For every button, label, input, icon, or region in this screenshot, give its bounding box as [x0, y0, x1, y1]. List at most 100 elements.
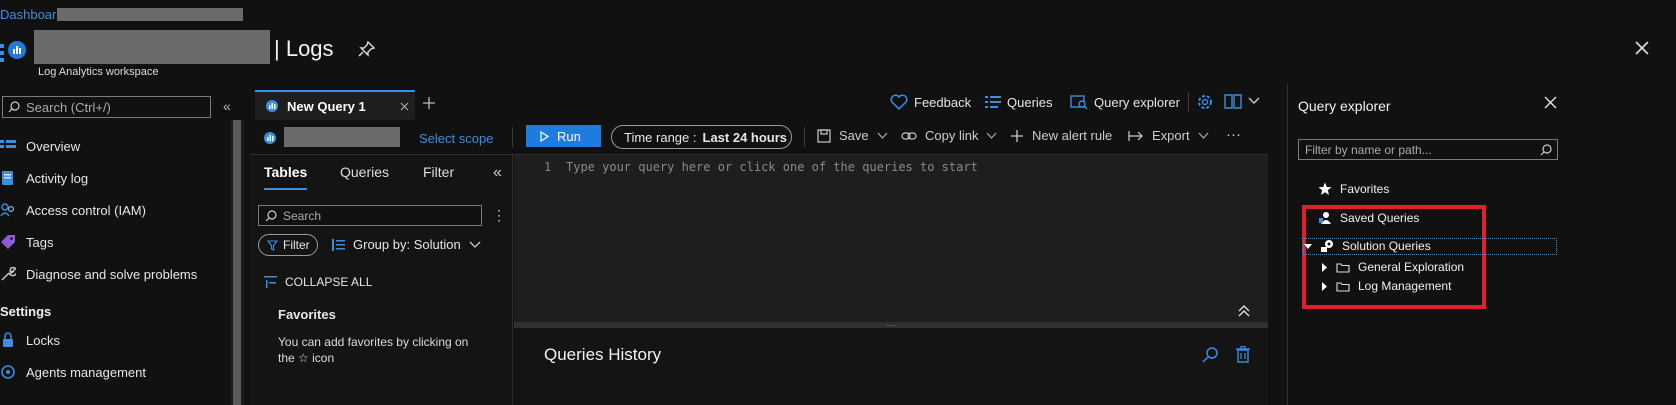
- group-by-dropdown[interactable]: Group by: Solution: [332, 237, 481, 252]
- pin-icon[interactable]: [358, 40, 376, 58]
- explorer-filter-placeholder: Filter by name or path...: [1305, 142, 1432, 157]
- sidebar-item-label: Agents management: [26, 364, 146, 380]
- toolbar-divider: [804, 127, 805, 147]
- editor-placeholder: Type your query here or click one of the…: [566, 160, 978, 174]
- query-editor[interactable]: 1 Type your query here or click one of t…: [514, 155, 1268, 322]
- active-tab-underline: [264, 188, 308, 190]
- sidebar-item-label: Activity log: [26, 170, 89, 186]
- add-tab-icon[interactable]: [422, 96, 436, 110]
- chevron-down-icon: [877, 132, 888, 140]
- play-icon: [540, 130, 549, 142]
- sidebar-item-label: Locks: [26, 332, 60, 348]
- sidebar-nav: Overview Activity log Access control (IA…: [0, 130, 220, 388]
- more-options-icon[interactable]: ···: [1226, 126, 1241, 143]
- list-icon: [985, 95, 1001, 109]
- query-explorer-panel: Query explorer Filter by name or path...…: [1288, 84, 1676, 405]
- save-button[interactable]: Save: [817, 128, 888, 143]
- tab-new-query-1[interactable]: New Query 1: [255, 90, 415, 120]
- page-title: | Logs: [274, 36, 334, 61]
- tree-item-log-management[interactable]: Log Management: [1321, 279, 1451, 293]
- tree-item-label: Favorites: [1340, 182, 1390, 196]
- sidebar-scrollbar-thumb[interactable]: [233, 120, 241, 405]
- schema-search-input[interactable]: Search: [258, 205, 482, 226]
- chevron-down-icon[interactable]: [1248, 96, 1260, 106]
- schema-search-placeholder: Search: [283, 208, 322, 223]
- query-explorer-title: Query explorer: [1298, 98, 1391, 114]
- queries-label: Queries: [1007, 94, 1053, 110]
- tree-item-solution-queries[interactable]: Solution Queries: [1303, 238, 1557, 255]
- copy-link-button[interactable]: Copy link: [901, 128, 997, 143]
- sidebar-item-activity-log[interactable]: Activity log: [0, 162, 220, 194]
- sidebar-item-diagnose[interactable]: Diagnose and solve problems: [0, 258, 220, 290]
- delete-icon[interactable]: [1236, 346, 1250, 363]
- collapse-panel-icon[interactable]: «: [493, 164, 502, 182]
- toolbar-divider: [512, 127, 513, 147]
- explorer-filter-input[interactable]: Filter by name or path...: [1298, 139, 1558, 160]
- sidebar-scrollbar[interactable]: [230, 120, 244, 405]
- chevron-down-icon: [1198, 132, 1209, 140]
- run-button[interactable]: Run: [526, 125, 601, 147]
- schema-more-icon[interactable]: ⋮: [492, 207, 506, 224]
- sidebar-item-overview[interactable]: Overview: [0, 130, 220, 162]
- close-page-icon[interactable]: [1634, 40, 1650, 56]
- sidebar-item-access-control[interactable]: Access control (IAM): [0, 194, 220, 226]
- chevron-down-icon: [986, 132, 997, 140]
- page-subtitle: Log Analytics workspace: [38, 66, 159, 78]
- workspace-name-redacted: [34, 30, 270, 64]
- caret-right-icon[interactable]: [1321, 281, 1328, 291]
- scope-redacted: [284, 127, 400, 147]
- sidebar-item-label: Diagnose and solve problems: [26, 266, 198, 282]
- breadcrumb: Dashboard >: [0, 6, 244, 22]
- search-icon: [8, 101, 20, 113]
- tab-tables[interactable]: Tables: [264, 164, 308, 190]
- close-explorer-icon[interactable]: [1544, 96, 1557, 109]
- tab-filter[interactable]: Filter: [423, 164, 454, 180]
- time-range-value: Last 24 hours: [702, 129, 788, 145]
- queries-button[interactable]: Queries: [985, 92, 1053, 112]
- sidebar-item-tags[interactable]: Tags: [0, 226, 220, 258]
- caret-right-icon[interactable]: [1321, 262, 1328, 272]
- book-icon[interactable]: [1224, 93, 1242, 109]
- close-tab-icon[interactable]: [400, 102, 409, 111]
- export-icon: [1128, 130, 1144, 142]
- breadcrumb-dashboard-link[interactable]: Dashboard: [0, 7, 64, 22]
- search-icon[interactable]: [1202, 347, 1218, 363]
- tree-item-favorites[interactable]: Favorites: [1318, 182, 1389, 196]
- history-panel: Queries History: [514, 328, 1268, 405]
- filter-button[interactable]: Filter: [258, 234, 318, 256]
- saved-queries-icon: [1318, 211, 1332, 225]
- folder-icon: [1336, 281, 1350, 292]
- tree-item-label: General Exploration: [1358, 260, 1465, 274]
- sidebar-search-input[interactable]: Search (Ctrl+/): [2, 96, 211, 118]
- caret-down-icon[interactable]: [1304, 242, 1312, 250]
- tab-tables-label: Tables: [264, 164, 308, 180]
- tree-item-label: Saved Queries: [1340, 211, 1420, 225]
- export-button[interactable]: Export: [1128, 128, 1209, 143]
- time-range-button[interactable]: Time range : Last 24 hours: [611, 125, 792, 149]
- search-icon: [265, 209, 277, 222]
- people-icon: [0, 202, 16, 218]
- agents-icon: [0, 364, 16, 380]
- tab-label: New Query 1: [287, 98, 366, 114]
- filter-label: Filter: [283, 238, 310, 252]
- collapse-all-button[interactable]: COLLAPSE ALL: [264, 275, 372, 289]
- feedback-button[interactable]: Feedback: [890, 92, 971, 112]
- export-label: Export: [1152, 128, 1190, 143]
- select-scope-link[interactable]: Select scope: [419, 131, 493, 146]
- schema-panel: Tables Queries Filter « Search ⋮ Filter …: [250, 155, 512, 405]
- settings-gear-icon[interactable]: [1196, 93, 1214, 111]
- tab-queries[interactable]: Queries: [340, 164, 389, 180]
- collapse-sidebar-icon[interactable]: «: [223, 98, 231, 114]
- tree-item-general-exploration[interactable]: General Exploration: [1321, 260, 1464, 274]
- tree-item-saved-queries[interactable]: Saved Queries: [1318, 211, 1419, 225]
- collapse-all-icon: [264, 276, 277, 288]
- query-explorer-button[interactable]: Query explorer: [1070, 92, 1180, 112]
- new-alert-rule-button[interactable]: New alert rule: [1010, 128, 1112, 143]
- history-title: Queries History: [544, 345, 662, 364]
- filter-icon: [267, 239, 278, 251]
- star-icon: [1318, 182, 1332, 196]
- sidebar-item-agents[interactable]: Agents management: [0, 356, 220, 388]
- expand-up-icon[interactable]: [1238, 305, 1250, 317]
- workspace-icon: [0, 40, 28, 66]
- sidebar-item-locks[interactable]: Locks: [0, 324, 220, 356]
